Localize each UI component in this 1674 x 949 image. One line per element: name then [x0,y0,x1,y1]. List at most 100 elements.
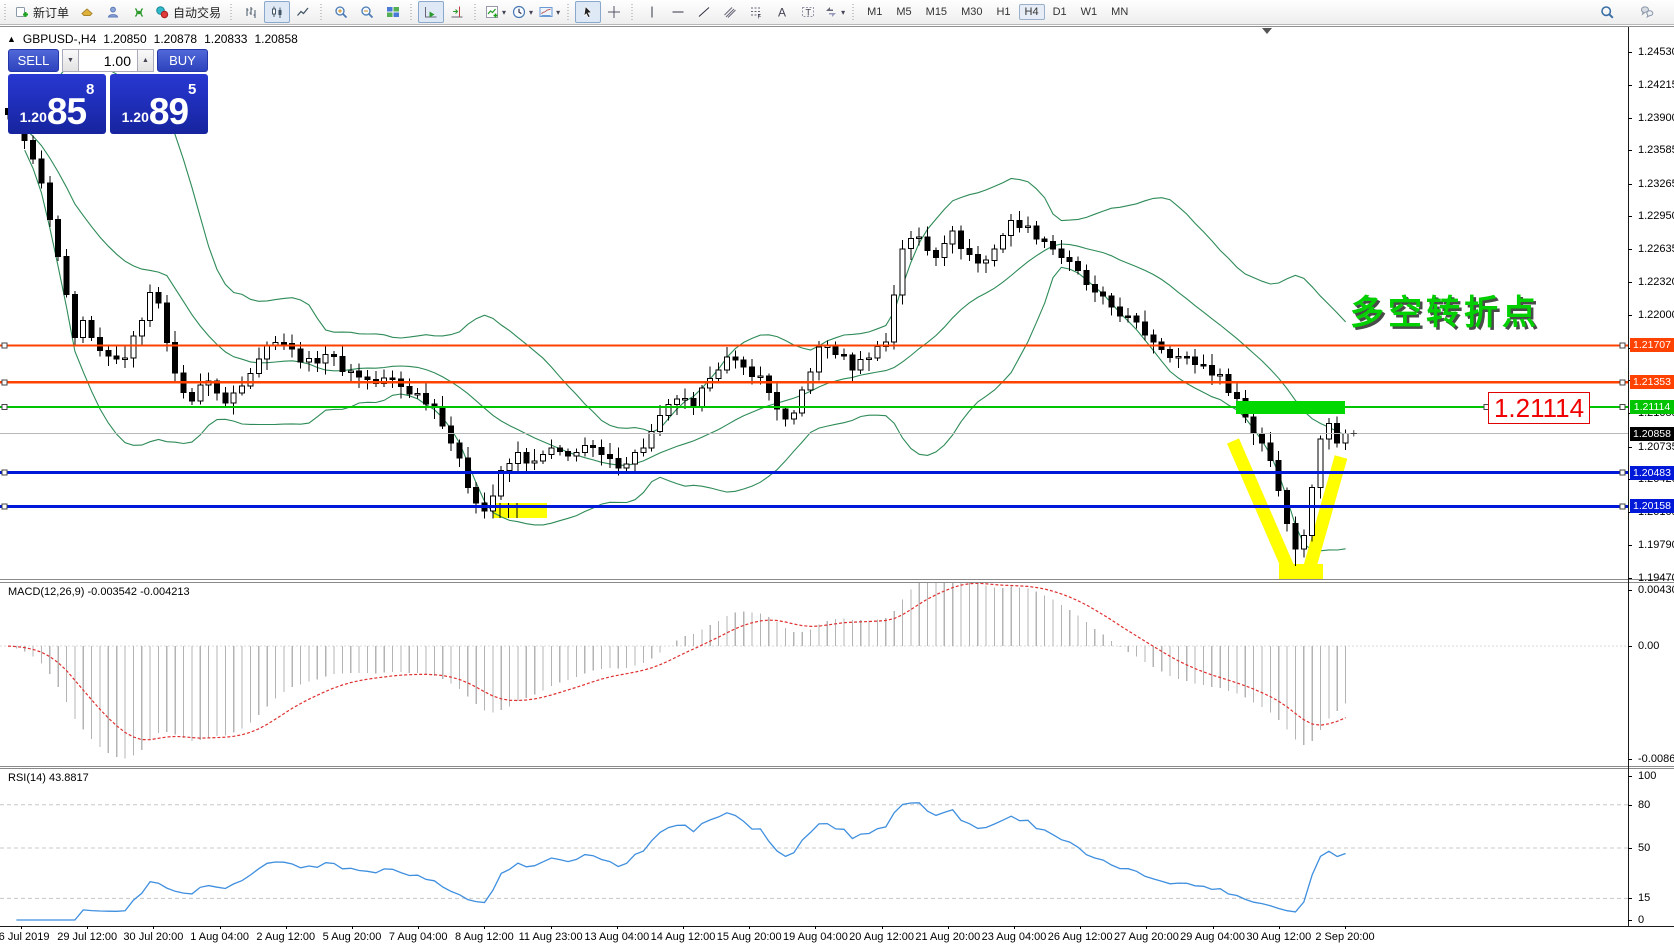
time-tick [617,926,618,929]
time-tick [749,926,750,929]
panel-collapse-icon[interactable]: ▲ [7,34,16,44]
profile-button[interactable] [100,1,126,23]
trendline-button[interactable] [691,1,717,23]
text-label-button[interactable]: T [795,1,821,23]
rsi-axis-tick [1628,920,1632,921]
time-tick [1080,926,1081,929]
autotrade-icon [155,5,169,19]
timeframe-m1-button[interactable]: M1 [861,4,888,20]
price-callout-box[interactable]: 1.21114 [1488,392,1590,424]
autotrade-button[interactable]: 自动交易 [152,1,226,23]
zoom-in-button[interactable] [328,1,354,23]
price-tick-label: 1.24215 [1638,79,1674,91]
candlestick-button[interactable] [264,1,290,23]
time-tick [1279,926,1280,929]
price-line-label-1.20158: 1.20158 [1630,499,1674,513]
indicators-button[interactable]: ▾ [482,1,509,23]
time-tick [948,926,949,929]
toolbar-grip [567,4,573,20]
time-label: 8 Aug 12:00 [455,931,514,943]
price-axis-tick [1628,85,1632,86]
rsi-tick-label: 80 [1638,799,1650,811]
timeframe-m30-button[interactable]: M30 [955,4,988,20]
timeframe-mn-button[interactable]: MN [1105,4,1134,20]
zoom-out-button[interactable] [354,1,380,23]
sell-button[interactable]: SELL [8,49,59,72]
sell-price-button[interactable]: 1.20 85 8 [8,74,106,134]
volume-decrease-button[interactable]: ▼ [62,49,79,72]
rsi-tick-label: 100 [1638,770,1656,782]
price-axis[interactable] [1628,27,1629,926]
dropdown-arrow-icon[interactable]: ▾ [502,8,506,17]
line-chart-icon [296,5,310,19]
horizontal-line-button[interactable] [665,1,691,23]
buy-price-button[interactable]: 1.20 89 5 [110,74,208,134]
timeframe-h4-button[interactable]: H4 [1019,4,1045,20]
price-tick-label: 1.23265 [1638,178,1674,190]
autoscroll-button[interactable] [418,1,444,23]
cursor-icon [581,5,595,19]
timeframe-m5-button[interactable]: M5 [890,4,917,20]
dropdown-arrow-icon[interactable]: ▾ [556,8,560,17]
channel-button[interactable] [717,1,743,23]
crosshair-button[interactable] [601,1,627,23]
periods-icon [512,5,526,19]
breakout-highlight-rect[interactable] [1236,401,1345,414]
line-chart-button[interactable] [290,1,316,23]
search-button[interactable] [1594,1,1620,23]
time-label: 14 Aug 12:00 [651,931,716,943]
macd-axis-tick [1628,759,1632,760]
macd-histogram [8,583,1346,759]
candlesticks [6,105,1349,566]
time-label: 23 Aug 04:00 [982,931,1047,943]
shapes-button[interactable]: ▾ [821,1,848,23]
volume-increase-button[interactable]: ▲ [137,49,154,72]
toolbar: 新订单 自动交易 ▾ ▾ ▾ FAT ▾ M1M5M15M30H1H4D1W1MN [0,0,1674,25]
horizontal-lines[interactable] [0,346,1628,507]
community-button[interactable] [1634,1,1660,23]
new-order-button[interactable]: 新订单 [12,1,74,23]
buy-button[interactable]: BUY [157,49,208,72]
periods-button[interactable]: ▾ [509,1,536,23]
chart-area: + 1.245301.242151.239001.235851.232651.2… [0,26,1674,948]
line-handles[interactable] [2,343,1625,509]
deposit-button[interactable] [74,1,100,23]
tile-windows-icon [386,5,400,19]
time-tick [220,926,221,929]
timeframe-m15-button[interactable]: M15 [920,4,953,20]
vertical-line-button[interactable] [639,1,665,23]
cursor-button[interactable] [575,1,601,23]
rsi-tick-label: 0 [1638,914,1644,926]
time-label: 5 Aug 20:00 [323,931,382,943]
volume-input[interactable]: 1.00 [79,49,137,72]
bar-chart-button[interactable] [238,1,264,23]
rsi-pane[interactable] [0,769,1674,926]
svg-text:A: A [778,6,786,20]
dropdown-arrow-icon[interactable]: ▾ [841,8,845,17]
macd-pane[interactable] [0,583,1674,766]
text-button[interactable]: A [769,1,795,23]
timeframe-h1-button[interactable]: H1 [990,4,1016,20]
profile-icon [106,5,120,19]
toolbar-grip [474,4,480,20]
signal-button[interactable] [126,1,152,23]
time-tick [1146,926,1147,929]
time-tick [484,926,485,929]
time-tick [418,926,419,929]
text-icon: A [775,5,789,19]
dropdown-arrow-icon[interactable]: ▾ [529,8,533,17]
toolbar-grip [4,4,10,20]
turning-point-annotation[interactable]: 多空转折点 [1350,285,1540,334]
timeframe-w1-button[interactable]: W1 [1075,4,1104,20]
templates-button[interactable]: ▾ [536,1,563,23]
timeframe-d1-button[interactable]: D1 [1047,4,1073,20]
price-tick-label: 1.23585 [1638,144,1674,156]
chart-shift-button[interactable] [444,1,470,23]
price-line-label-1.20483: 1.20483 [1630,466,1674,480]
search-icon [1600,5,1614,19]
fibonacci-button[interactable]: F [743,1,769,23]
toolbar-grip [852,4,858,20]
price-axis-tick [1628,282,1632,283]
buy-price-prefix: 1.20 [122,104,149,130]
tile-windows-button[interactable] [380,1,406,23]
